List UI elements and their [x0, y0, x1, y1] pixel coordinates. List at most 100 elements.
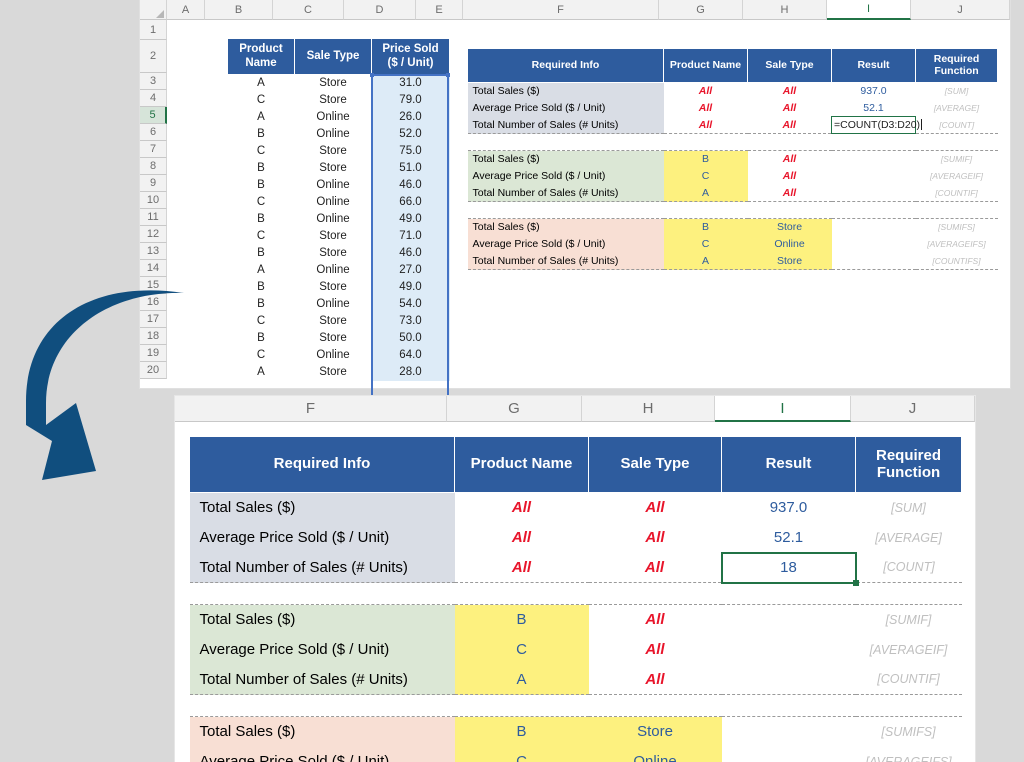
cell-result-b3r3[interactable]: [831, 252, 916, 270]
source-cell-price-4[interactable]: 79.0: [371, 91, 450, 109]
zoom-cell-product-b3r2[interactable]: C: [454, 746, 589, 762]
source-cell-type-11[interactable]: Online: [295, 211, 372, 228]
source-cell-price-19[interactable]: 64.0: [371, 346, 450, 364]
source-cell-name-16[interactable]: B: [228, 296, 295, 313]
source-cell-name-3[interactable]: A: [228, 75, 295, 92]
zoom-column-header-f[interactable]: F: [175, 396, 447, 422]
row-header-4[interactable]: 4: [140, 90, 167, 107]
source-cell-type-18[interactable]: Store: [295, 330, 372, 347]
source-cell-price-11[interactable]: 49.0: [371, 210, 450, 228]
zoom-cell-info-b1r2[interactable]: Average Price Sold ($ / Unit): [189, 522, 455, 553]
source-cell-type-14[interactable]: Online: [295, 262, 372, 279]
source-cell-price-3[interactable]: 31.0: [371, 74, 450, 92]
source-cell-name-17[interactable]: C: [228, 313, 295, 330]
cell-product-b2r2[interactable]: C: [663, 167, 748, 185]
cell-info-b3r3[interactable]: Total Number of Sales (# Units): [467, 252, 664, 270]
source-data-row[interactable]: B Online 52.0: [228, 125, 450, 143]
column-header-h[interactable]: H: [743, 0, 827, 20]
cell-saletype-b1r1[interactable]: All: [747, 82, 832, 100]
table-row[interactable]: Total Number of Sales (# Units) All All …: [189, 551, 962, 586]
cell-result-b2r3[interactable]: [831, 184, 916, 202]
table-row[interactable]: Average Price Sold ($ / Unit) C Online […: [467, 235, 998, 253]
zoom-cell-info-b2r2[interactable]: Average Price Sold ($ / Unit): [189, 634, 455, 665]
zoom-cell-info-b1r1[interactable]: Total Sales ($): [189, 492, 455, 523]
source-cell-price-16[interactable]: 54.0: [371, 295, 450, 313]
cell-saletype-b2r3[interactable]: All: [747, 184, 832, 202]
cell-saletype-b1r2[interactable]: All: [748, 100, 832, 117]
source-data-row[interactable]: C Online 64.0: [228, 346, 450, 364]
cell-info-b3r1[interactable]: Total Sales ($): [467, 218, 664, 236]
source-cell-type-16[interactable]: Online: [295, 296, 372, 313]
table-row[interactable]: Total Number of Sales (# Units) A All [C…: [189, 664, 962, 695]
source-cell-price-9[interactable]: 46.0: [371, 176, 450, 194]
cell-product-b1r1[interactable]: All: [663, 82, 748, 100]
zoom-cell-saletype-b2r2[interactable]: All: [589, 635, 722, 665]
source-cell-type-12[interactable]: Store: [295, 228, 372, 245]
zoom-cell-result-b2r3[interactable]: [721, 664, 856, 695]
row-header-9[interactable]: 9: [140, 175, 167, 192]
column-header-b[interactable]: B: [205, 0, 273, 20]
row-header-10[interactable]: 10: [140, 192, 167, 209]
cell-saletype-b3r3[interactable]: Store: [747, 252, 832, 270]
zoom-cell-info-b2r3[interactable]: Total Number of Sales (# Units): [189, 664, 455, 695]
source-data-row[interactable]: A Online 27.0: [228, 261, 450, 279]
table-row[interactable]: Total Number of Sales (# Units) A All [C…: [467, 184, 998, 202]
zoom-cell-saletype-b1r1[interactable]: All: [588, 492, 722, 523]
source-cell-price-20[interactable]: 28.0: [371, 363, 450, 381]
zoom-cell-product-b3r1[interactable]: B: [454, 716, 589, 747]
zoom-cell-result-b3r2[interactable]: [722, 747, 856, 762]
source-cell-type-6[interactable]: Online: [295, 126, 372, 143]
source-data-row[interactable]: B Online 46.0: [228, 176, 450, 194]
cell-product-b3r2[interactable]: C: [663, 235, 748, 253]
source-cell-price-7[interactable]: 75.0: [371, 142, 450, 160]
source-cell-price-17[interactable]: 73.0: [371, 312, 450, 330]
column-header-f[interactable]: F: [463, 0, 659, 20]
table-row[interactable]: Average Price Sold ($ / Unit) All All 52…: [467, 99, 998, 117]
zoom-cell-product-b2r2[interactable]: C: [454, 634, 589, 665]
row-header-5[interactable]: 5: [140, 107, 167, 124]
cell-result-b2r2[interactable]: [832, 168, 916, 185]
source-cell-name-8[interactable]: B: [228, 160, 295, 177]
source-cell-name-7[interactable]: C: [228, 143, 295, 160]
active-formula-cell[interactable]: =COUNT(D3:D20): [831, 116, 923, 134]
row-header-6[interactable]: 6: [140, 124, 167, 141]
source-cell-name-5[interactable]: A: [228, 109, 295, 126]
cell-info-b3r2[interactable]: Average Price Sold ($ / Unit): [467, 235, 664, 253]
source-cell-name-4[interactable]: C: [228, 92, 295, 109]
source-cell-name-20[interactable]: A: [228, 364, 295, 381]
cell-product-b3r3[interactable]: A: [663, 252, 748, 270]
source-cell-name-10[interactable]: C: [228, 194, 295, 211]
table-row[interactable]: Total Sales ($) B All [SUMIF]: [467, 150, 998, 168]
source-cell-type-20[interactable]: Store: [295, 364, 372, 381]
table-row[interactable]: Average Price Sold ($ / Unit) C All [AVE…: [467, 167, 998, 185]
cell-info-b2r1[interactable]: Total Sales ($): [467, 150, 664, 168]
table-row[interactable]: Average Price Sold ($ / Unit) C Online […: [189, 746, 962, 762]
zoom-cell-saletype-b3r1[interactable]: Store: [588, 716, 722, 747]
source-cell-name-6[interactable]: B: [228, 126, 295, 143]
source-cell-price-6[interactable]: 52.0: [371, 125, 450, 143]
cell-product-b3r1[interactable]: B: [663, 218, 748, 236]
source-cell-price-13[interactable]: 46.0: [371, 244, 450, 262]
zoom-cell-product-b1r2[interactable]: All: [455, 523, 589, 553]
source-cell-price-12[interactable]: 71.0: [371, 227, 450, 245]
source-data-row[interactable]: B Online 49.0: [228, 210, 450, 228]
zoom-column-header-j[interactable]: J: [851, 396, 975, 422]
source-cell-name-14[interactable]: A: [228, 262, 295, 279]
zoom-cell-result-b2r2[interactable]: [722, 635, 856, 665]
source-cell-price-15[interactable]: 49.0: [371, 278, 450, 296]
source-cell-type-19[interactable]: Online: [295, 347, 372, 364]
source-cell-type-5[interactable]: Online: [295, 109, 372, 126]
zoom-cell-result-b3r1[interactable]: [721, 716, 856, 747]
row-header-13[interactable]: 13: [140, 243, 167, 260]
source-data-row[interactable]: C Store 71.0: [228, 227, 450, 245]
zoom-cell-saletype-b1r2[interactable]: All: [589, 523, 722, 553]
row-header-1[interactable]: 1: [140, 20, 167, 40]
zoom-cell-product-b2r3[interactable]: A: [454, 664, 589, 695]
source-cell-name-9[interactable]: B: [228, 177, 295, 194]
cell-saletype-b1r3[interactable]: All: [747, 116, 832, 134]
zoom-column-header-g[interactable]: G: [447, 396, 582, 422]
cell-result-b1r1[interactable]: 937.0: [831, 82, 916, 100]
table-row[interactable]: Total Sales ($) B Store [SUMIFS]: [467, 218, 998, 236]
column-header-d[interactable]: D: [344, 0, 416, 20]
column-header-e[interactable]: E: [416, 0, 463, 20]
